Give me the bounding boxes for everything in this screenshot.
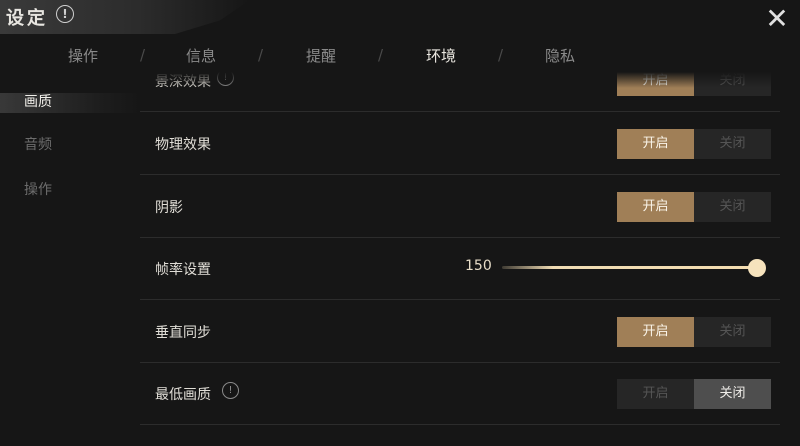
off-button[interactable]: 关闭	[694, 192, 771, 222]
tab-divider: /	[140, 46, 146, 64]
on-button[interactable]: 开启	[617, 72, 694, 96]
physics-toggle: 开启 关闭	[617, 129, 771, 159]
setting-label: 阴影	[155, 200, 183, 216]
on-button[interactable]: 开启	[617, 192, 694, 222]
setting-row-frame-rate: 帧率设置 150	[140, 237, 780, 300]
info-icon[interactable]: !	[217, 72, 234, 86]
sidebar-item-graphics[interactable]: 画质	[24, 91, 52, 111]
tab-reminders[interactable]: 提醒	[306, 45, 336, 66]
tab-info[interactable]: 信息	[186, 45, 216, 66]
on-button[interactable]: 开启	[617, 379, 694, 409]
frame-rate-value: 150	[465, 258, 492, 274]
off-button[interactable]: 关闭	[694, 72, 771, 96]
off-button[interactable]: 关闭	[694, 129, 771, 159]
sidebar-active-highlight	[0, 93, 140, 113]
on-button[interactable]: 开启	[617, 317, 694, 347]
lowest-quality-toggle: 开启 关闭	[617, 379, 771, 409]
frame-rate-slider-track[interactable]	[502, 266, 757, 269]
close-button[interactable]: ✕	[764, 5, 790, 33]
on-button[interactable]: 开启	[617, 129, 694, 159]
off-button[interactable]: 关闭	[694, 379, 771, 409]
info-icon[interactable]: !	[56, 5, 74, 23]
sidebar-item-controls[interactable]: 操作	[24, 179, 52, 199]
setting-label: 垂直同步	[155, 325, 211, 341]
setting-label: 帧率设置	[155, 262, 211, 278]
info-icon[interactable]: !	[222, 382, 239, 399]
setting-row-depth-of-field: 景深效果 ! 开启 关闭	[140, 72, 780, 112]
tab-environment[interactable]: 环境	[426, 45, 456, 66]
setting-row-physics: 物理效果 开启 关闭	[140, 112, 780, 175]
settings-list: 景深效果 ! 开启 关闭 物理效果 开启 关闭 阴影 开启 关闭 帧率设置 15…	[140, 72, 780, 446]
frame-rate-slider-handle[interactable]	[748, 259, 766, 277]
page-title: 设定	[6, 8, 48, 29]
depth-of-field-toggle: 开启 关闭	[617, 72, 771, 96]
tab-controls[interactable]: 操作	[68, 45, 98, 66]
tab-privacy[interactable]: 隐私	[545, 45, 575, 66]
sidebar-item-audio[interactable]: 音频	[24, 134, 52, 154]
tab-divider: /	[258, 46, 264, 64]
vsync-toggle: 开启 关闭	[617, 317, 771, 347]
setting-row-vsync: 垂直同步 开启 关闭	[140, 300, 780, 363]
setting-row-shadow: 阴影 开启 关闭	[140, 175, 780, 238]
shadow-toggle: 开启 关闭	[617, 192, 771, 222]
setting-label: 最低画质	[155, 387, 211, 403]
setting-label: 景深效果	[155, 74, 211, 90]
setting-row-lowest-quality: 最低画质 ! 开启 关闭	[140, 362, 780, 425]
off-button[interactable]: 关闭	[694, 317, 771, 347]
tab-divider: /	[378, 46, 384, 64]
tab-divider: /	[498, 46, 504, 64]
setting-label: 物理效果	[155, 137, 211, 153]
tab-bar: 操作 / 信息 / 提醒 / 环境 / 隐私	[28, 40, 628, 72]
